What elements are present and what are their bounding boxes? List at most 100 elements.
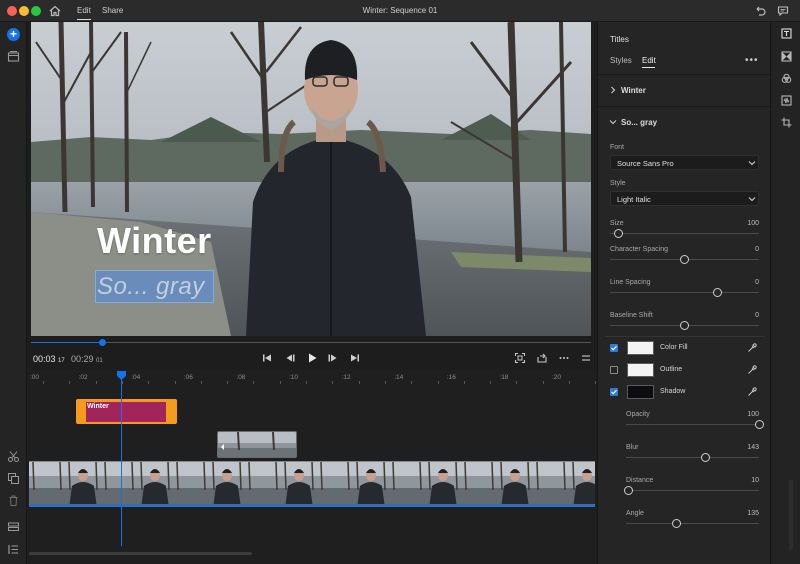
- scrubber-handle[interactable]: [99, 339, 106, 346]
- scrubber-track[interactable]: [31, 342, 591, 343]
- ruler-tick-label: :20: [552, 374, 562, 381]
- checkbox-color-fill[interactable]: [610, 344, 618, 352]
- play-icon[interactable]: [306, 352, 318, 364]
- feedback-icon[interactable]: [777, 5, 789, 17]
- slider-value[interactable]: 100: [729, 411, 759, 418]
- slider-value[interactable]: 135: [729, 510, 759, 517]
- list-view-icon[interactable]: [7, 543, 20, 556]
- fit-view-icon[interactable]: [514, 352, 526, 364]
- playhead-line[interactable]: [121, 378, 122, 546]
- section-subtitle[interactable]: So... gray: [621, 118, 657, 127]
- slider-label: Opacity: [626, 411, 650, 418]
- duplicate-icon[interactable]: [7, 472, 20, 485]
- scissors-icon[interactable]: [7, 450, 20, 463]
- transitions-icon[interactable]: [781, 51, 792, 62]
- tab-share[interactable]: Share: [102, 6, 123, 15]
- chevron-right-icon[interactable]: [609, 86, 617, 94]
- slider-track[interactable]: [626, 523, 759, 524]
- timeline-horizontal-scrollbar[interactable]: [29, 552, 252, 555]
- slider-value[interactable]: 0: [729, 279, 759, 286]
- audio-icon[interactable]: [781, 95, 792, 106]
- slider-track[interactable]: [610, 292, 759, 293]
- titles-panel-icon[interactable]: [781, 28, 792, 39]
- color-swatch[interactable]: [627, 341, 654, 355]
- slider-handle[interactable]: [680, 321, 689, 330]
- divider: [597, 74, 770, 75]
- export-frame-icon[interactable]: [536, 352, 548, 364]
- section-winter[interactable]: Winter: [621, 86, 646, 95]
- step-forward-icon[interactable]: [327, 352, 339, 364]
- audio-waveform-bar: [29, 504, 595, 507]
- slider-handle[interactable]: [754, 420, 764, 429]
- slider-track[interactable]: [626, 424, 759, 425]
- tab-styles[interactable]: Styles: [610, 56, 632, 65]
- current-timecode: 00:03 17: [33, 354, 65, 364]
- slider-value[interactable]: 143: [729, 444, 759, 451]
- program-monitor[interactable]: Winter So... gray: [31, 22, 591, 336]
- checkmark-icon: [611, 389, 617, 395]
- ruler-tick-label: :12: [341, 374, 351, 381]
- slider-track[interactable]: [626, 457, 759, 458]
- panel-more-icon[interactable]: •••: [745, 55, 759, 66]
- checkbox-shadow[interactable]: [610, 388, 618, 396]
- ruler-tick: [384, 381, 386, 384]
- ruler-tick-label: :02: [78, 374, 88, 381]
- undo-icon[interactable]: [754, 5, 766, 17]
- slider-track[interactable]: [610, 233, 759, 234]
- slider-value[interactable]: 0: [729, 246, 759, 253]
- ruler-tick: [306, 381, 307, 384]
- appearance-label: Shadow: [660, 388, 686, 395]
- ruler-tick-label: :14: [394, 374, 404, 381]
- slider-handle[interactable]: [712, 288, 722, 297]
- color-swatch[interactable]: [627, 363, 654, 377]
- trash-icon[interactable]: [7, 494, 20, 507]
- eyedropper-icon[interactable]: [747, 387, 757, 397]
- title-text-overlay[interactable]: Winter: [97, 220, 212, 262]
- slider-value[interactable]: 0: [729, 312, 759, 319]
- slider-value[interactable]: 100: [729, 220, 759, 227]
- maximize-window-button[interactable]: [31, 6, 41, 16]
- menu-icon[interactable]: [580, 352, 592, 364]
- filmstrip-frame: [173, 462, 209, 507]
- slider-handle[interactable]: [680, 255, 689, 264]
- chevron-down-icon: [748, 161, 756, 166]
- broll-clip[interactable]: [217, 431, 297, 458]
- chevron-down-icon[interactable]: [609, 118, 617, 126]
- filmstrip-frame: [65, 462, 101, 507]
- project-bin-icon[interactable]: [7, 50, 20, 63]
- ruler-tick: [279, 381, 281, 384]
- go-to-start-icon[interactable]: [261, 352, 273, 364]
- add-media-button[interactable]: +: [7, 28, 20, 41]
- video-filmstrip: [29, 462, 595, 507]
- color-icon[interactable]: [781, 73, 792, 84]
- crop-icon[interactable]: [781, 117, 792, 128]
- more-options-icon[interactable]: [558, 352, 570, 364]
- slider-value[interactable]: 10: [729, 477, 759, 484]
- ruler-tick: [463, 381, 465, 384]
- divider: [605, 336, 765, 337]
- ruler-tick: [490, 381, 492, 384]
- checkbox-outline[interactable]: [610, 366, 618, 374]
- eyedropper-icon[interactable]: [747, 343, 757, 353]
- tab-edit[interactable]: Edit: [77, 6, 91, 20]
- main-video-clip[interactable]: [29, 461, 595, 507]
- go-to-end-icon[interactable]: [349, 352, 361, 364]
- ruler-tick-label: :16: [446, 374, 456, 381]
- subtitle-text-overlay[interactable]: So... gray: [97, 273, 205, 301]
- ruler-tick: [95, 381, 97, 384]
- ruler-tick: [332, 381, 334, 384]
- track-view-icon[interactable]: [7, 520, 20, 533]
- eyedropper-icon[interactable]: [747, 365, 757, 375]
- color-swatch[interactable]: [627, 385, 654, 399]
- slider-label: Baseline Shift: [610, 312, 653, 319]
- tab-edit-panel[interactable]: Edit: [642, 56, 656, 65]
- close-window-button[interactable]: [7, 6, 17, 16]
- filmstrip-frame: [101, 462, 137, 507]
- slider-handle[interactable]: [672, 519, 682, 528]
- slider-track[interactable]: [626, 490, 759, 491]
- step-back-icon[interactable]: [284, 352, 296, 364]
- ruler-tick-label: :08: [236, 374, 246, 381]
- home-icon[interactable]: [49, 5, 61, 17]
- panel-scrollbar[interactable]: [789, 480, 793, 550]
- minimize-window-button[interactable]: [19, 6, 29, 16]
